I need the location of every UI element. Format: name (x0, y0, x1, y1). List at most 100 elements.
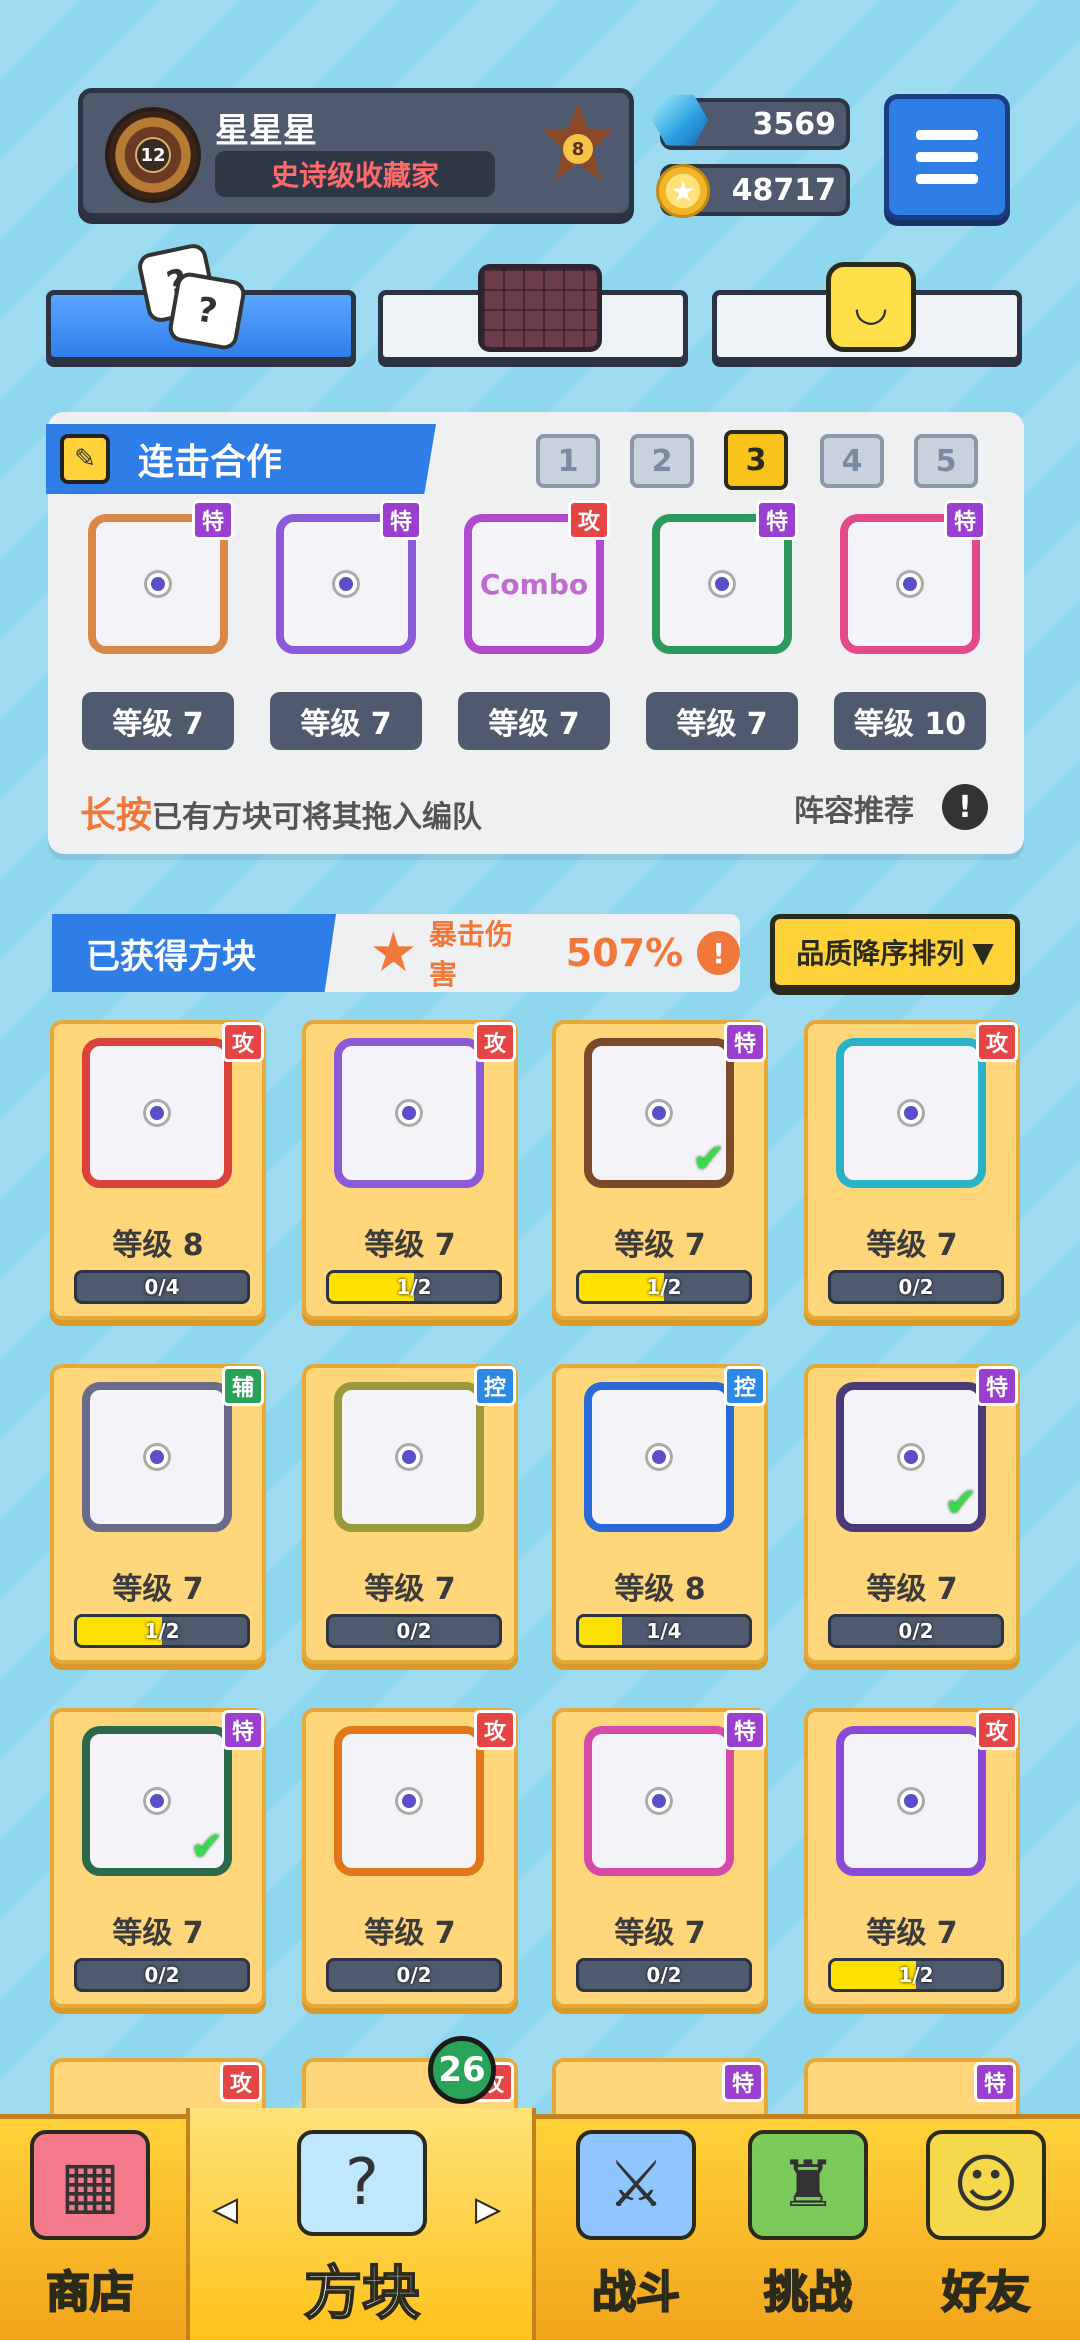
combo-title: 连击合作 (138, 442, 283, 483)
combo-slot-5[interactable]: 5 (914, 434, 978, 488)
block-level: 等级 7 (866, 1228, 958, 1263)
combo-slot-2[interactable]: 2 (630, 434, 694, 488)
menu-icon-bar (916, 130, 978, 140)
combo-block-level: 等级 7 (646, 692, 798, 750)
upgrade-progress-bar: 1/2 (576, 1270, 752, 1304)
next-arrow-icon[interactable]: ▶ (475, 2191, 500, 2228)
nav-battle[interactable]: ⚔ 战斗 (546, 2130, 726, 2330)
sort-dropdown[interactable]: 品质降序排列 ▼ (770, 914, 1020, 990)
upgrade-progress-bar: 1/2 (326, 1270, 502, 1304)
partial-card[interactable]: 特 (804, 2058, 1020, 2118)
progress-text: 0/2 (898, 1275, 934, 1299)
castle-icon: ♜ (748, 2130, 868, 2240)
progress-text: 0/2 (144, 1963, 180, 1987)
combo-block-level: 等级 7 (458, 692, 610, 750)
block-card[interactable]: 攻等级 7 0/2 (804, 1020, 1020, 1320)
mystery-block-icon: ? (297, 2130, 427, 2236)
upgrade-progress-bar: 1/2 (828, 1958, 1004, 1992)
hint-highlight: 长按 (80, 795, 153, 836)
block-core-icon (146, 1102, 168, 1124)
block-level: 等级 7 (112, 1572, 204, 1607)
block-level: 等级 7 (614, 1228, 706, 1263)
block-core-icon (648, 1102, 670, 1124)
menu-button[interactable] (884, 94, 1010, 220)
nav-blocks[interactable]: ? 方块 (272, 2130, 452, 2330)
combo-slot-4[interactable]: 4 (820, 434, 884, 488)
combo-block-level: 等级 10 (834, 692, 986, 750)
block-card[interactable]: 特 ✔ 等级 7 1/2 (552, 1020, 768, 1320)
block-type-tag: 攻 (976, 1022, 1018, 1062)
pencil-icon[interactable]: ✎ (60, 434, 110, 484)
crit-damage-box[interactable]: 暴击伤害 507% ! (322, 914, 741, 992)
coin-icon: ★ (656, 164, 710, 218)
rank-value: 8 (563, 134, 593, 164)
block-card[interactable]: 特 ✔ 等级 7 0/2 (50, 1708, 266, 2008)
block-level: 等级 7 (364, 1228, 456, 1263)
combo-block-5[interactable]: 特 (834, 500, 986, 670)
progress-text: 0/2 (396, 1619, 432, 1643)
block-card[interactable]: 攻等级 7 1/2 (302, 1020, 518, 1320)
drag-hint: 长按已有方块可将其拖入编队 (80, 786, 482, 838)
block-frame (334, 1726, 484, 1876)
progress-text: 0/2 (646, 1963, 682, 1987)
burst-icon (372, 931, 414, 972)
block-type-tag: 特 (976, 1366, 1018, 1406)
block-core-icon (398, 1102, 420, 1124)
smiley-face-icon: ◡ (826, 262, 916, 352)
player-level-badge: 12 (135, 137, 171, 173)
block-level: 等级 7 (364, 1916, 456, 1951)
hint-text: 已有方块可将其拖入编队 (152, 800, 483, 835)
block-type-tag: 控 (724, 1366, 766, 1406)
block-level: 等级 7 (866, 1572, 958, 1607)
upgrade-progress-bar: 0/2 (326, 1614, 502, 1648)
lineup-recommend-link[interactable]: 阵容推荐 (794, 786, 914, 830)
block-card[interactable]: 特等级 7 0/2 (552, 1708, 768, 2008)
progress-text: 0/4 (144, 1275, 180, 1299)
block-type-tag: 特 (222, 1710, 264, 1750)
block-core-icon (900, 1102, 922, 1124)
player-name: 星星星 (215, 111, 317, 151)
sort-label: 品质降序排列 (796, 937, 965, 970)
nav-shop[interactable]: ▦ 商店 (0, 2130, 180, 2330)
board-icon (478, 264, 602, 352)
block-card[interactable]: 攻等级 8 0/4 (50, 1020, 266, 1320)
block-level: 等级 7 (614, 1916, 706, 1951)
block-core-icon (335, 573, 357, 595)
nav-challenge[interactable]: ♜ 挑战 (718, 2130, 898, 2330)
combo-block-1[interactable]: 特 (82, 500, 234, 670)
block-frame (836, 1038, 986, 1188)
combo-block-3[interactable]: Combo 攻 (458, 500, 610, 670)
upgrade-progress-bar: 0/4 (74, 1270, 250, 1304)
player-avatar[interactable]: 12 (105, 107, 201, 203)
block-card[interactable]: 控等级 7 0/2 (302, 1364, 518, 1664)
prev-arrow-icon[interactable]: ◀ (213, 2191, 238, 2228)
combo-block-2[interactable]: 特 (270, 500, 422, 670)
combo-slot-1[interactable]: 1 (536, 434, 600, 488)
combo-slot-3[interactable]: 3 (724, 430, 788, 490)
block-level: 等级 7 (112, 1916, 204, 1951)
block-card[interactable]: 辅等级 7 1/2 (50, 1364, 266, 1664)
block-card[interactable]: 特 ✔ 等级 7 0/2 (804, 1364, 1020, 1664)
block-card[interactable]: 控等级 8 1/4 (552, 1364, 768, 1664)
progress-text: 0/2 (396, 1963, 432, 1987)
block-card[interactable]: 攻等级 7 1/2 (804, 1708, 1020, 2008)
crit-info-icon[interactable]: ! (697, 931, 741, 975)
info-icon[interactable]: ! (942, 784, 988, 830)
menu-icon-bar (916, 174, 978, 184)
nav-shop-label: 商店 (45, 2266, 135, 2319)
nav-friends[interactable]: ☺ 好友 (896, 2130, 1076, 2330)
block-type-tag: 特 (722, 2062, 764, 2102)
owned-blocks-title: 已获得方块 (52, 914, 336, 992)
upgrade-progress-bar: 0/2 (74, 1958, 250, 1992)
progress-text: 1/4 (646, 1619, 682, 1643)
progress-text: 0/2 (898, 1619, 934, 1643)
partial-card[interactable]: 特 (552, 2058, 768, 2118)
block-frame (836, 1726, 986, 1876)
combo-block-4[interactable]: 特 (646, 500, 798, 670)
player-profile-card[interactable]: 12 星星星 史诗级收藏家 8 (78, 88, 634, 218)
nav-friends-label: 好友 (941, 2266, 1031, 2319)
block-type-tag: 特 (944, 500, 986, 540)
block-frame (334, 1038, 484, 1188)
block-card[interactable]: 攻等级 7 0/2 (302, 1708, 518, 2008)
block-frame (584, 1382, 734, 1532)
